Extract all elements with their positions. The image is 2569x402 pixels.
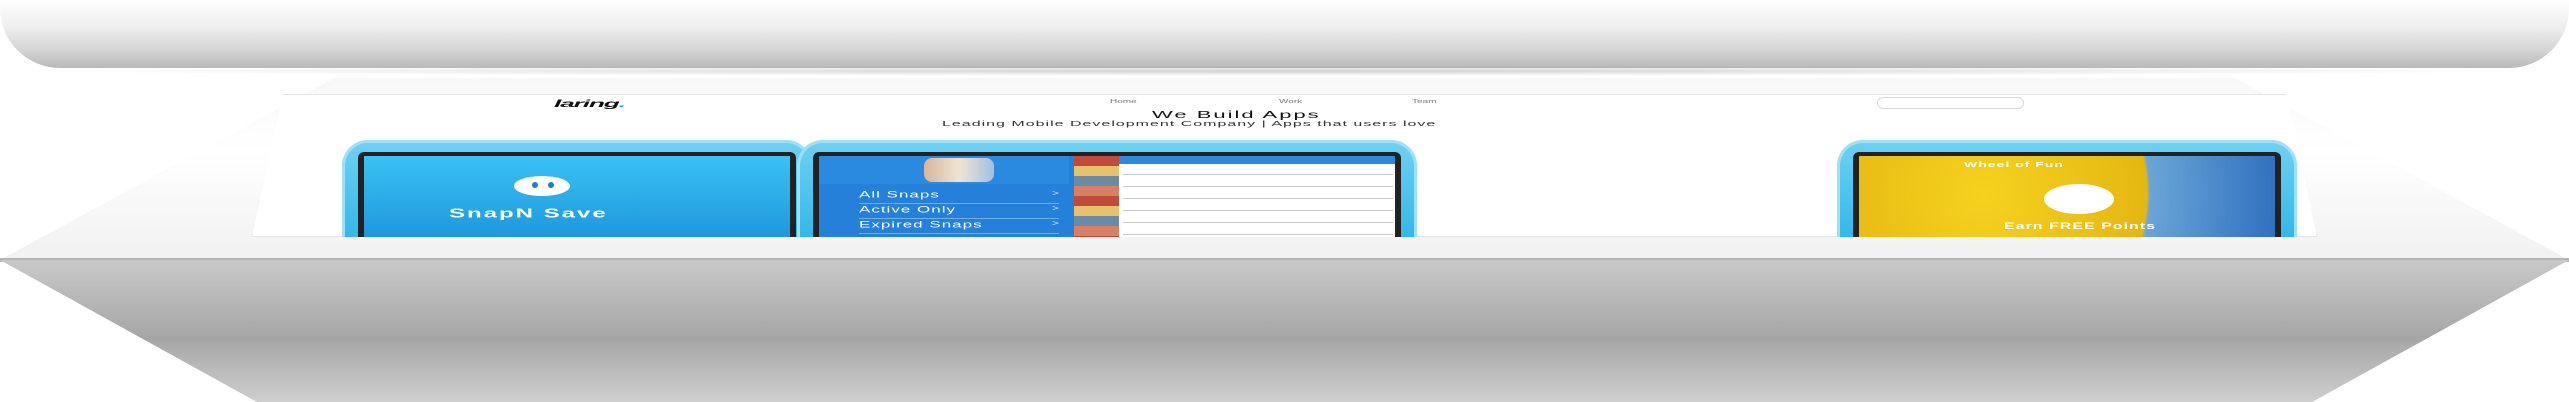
nav-item-home[interactable]: Home — [1110, 99, 1137, 105]
ghost-icon — [514, 176, 570, 196]
device-top-edge — [0, 0, 2569, 68]
nav-item-work[interactable]: Work — [1279, 99, 1302, 105]
device-top-shadow — [10, 66, 2559, 76]
app-name-label: SnapN Save — [449, 206, 608, 221]
phone-wheel-of-fun[interactable]: Wheel of Fun Earn FREE Points — [1837, 140, 2297, 237]
tablet-screen: laring. Home Work Team We Build Apps Lea… — [252, 94, 2317, 237]
phone-screen: All Snaps > Active Only > Expired Snaps … — [813, 152, 1401, 237]
nav-contact-button[interactable] — [1877, 97, 2024, 109]
menu-item-label: Active Only — [859, 204, 956, 215]
ghost-eye-icon — [548, 182, 554, 188]
device-bottom-body — [0, 260, 2569, 402]
list-item[interactable] — [1123, 210, 1393, 211]
earn-points-label: Earn FREE Points — [2004, 222, 2157, 232]
nav-item-team[interactable]: Team — [1412, 99, 1436, 105]
phone-snapnsave[interactable]: SnapN Save — [342, 140, 812, 237]
hero-subline: Leading Mobile Development Company | App… — [942, 120, 1437, 128]
phone-snaps-menu[interactable]: All Snaps > Active Only > Expired Snaps … — [797, 140, 1417, 237]
list-item[interactable] — [1123, 174, 1393, 175]
snaps-app-screen: All Snaps > Active Only > Expired Snaps … — [819, 156, 1395, 237]
list-header — [1119, 156, 1395, 164]
ghost-eye-icon — [532, 182, 538, 188]
snapnsave-app-screen: SnapN Save — [364, 156, 790, 237]
list-item[interactable] — [1123, 234, 1393, 235]
list-item[interactable] — [1123, 222, 1393, 223]
logo-text: laring — [554, 98, 620, 110]
logo-dot: . — [618, 98, 626, 110]
phone-screen: SnapN Save — [358, 152, 796, 237]
phone-screen: Wheel of Fun Earn FREE Points — [1853, 152, 2281, 237]
chevron-right-icon: > — [1051, 219, 1059, 228]
hero-headline: We Build Apps — [1152, 109, 1321, 121]
site-logo[interactable]: laring. — [554, 98, 626, 110]
chevron-right-icon: > — [1051, 204, 1059, 213]
mascot-icon — [2044, 184, 2114, 214]
menu-item-expired-snaps[interactable]: Expired Snaps > — [859, 219, 1059, 234]
list-item[interactable] — [1123, 186, 1393, 187]
wheel-app-screen: Wheel of Fun Earn FREE Points — [1859, 156, 2275, 237]
profile-header — [819, 156, 1069, 184]
avatar — [924, 158, 994, 182]
list-item[interactable] — [1123, 198, 1393, 199]
menu-item-label: All Snaps — [859, 189, 940, 200]
photo-thumbnail-strip — [1074, 156, 1119, 237]
app-title: Wheel of Fun — [1964, 160, 2064, 169]
snap-list — [1119, 156, 1395, 237]
menu-item-active-only[interactable]: Active Only > — [859, 204, 1059, 219]
chevron-right-icon: > — [1051, 189, 1059, 198]
menu-item-all-snaps[interactable]: All Snaps > — [859, 189, 1059, 204]
menu-item-label: Expired Snaps — [859, 219, 983, 230]
